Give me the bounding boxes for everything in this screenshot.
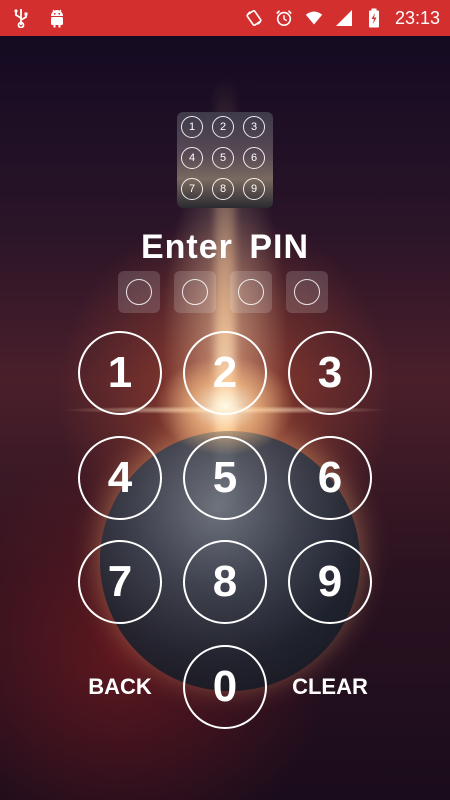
key-0[interactable]: 0: [183, 645, 267, 729]
key-5[interactable]: 5: [183, 436, 267, 520]
key-7[interactable]: 7: [78, 540, 162, 624]
clear-button[interactable]: CLEAR: [275, 674, 385, 700]
usb-icon: [12, 9, 30, 28]
screen-rotation-icon: [245, 9, 263, 27]
thumbnail-key: 1: [181, 116, 203, 138]
pin-dot: [294, 279, 320, 305]
wifi-icon: [305, 9, 323, 27]
pin-dot: [182, 279, 208, 305]
thumbnail-key: 4: [181, 147, 203, 169]
theme-preview-thumbnail[interactable]: 123 456 789: [177, 112, 273, 208]
thumbnail-keypad: 123 456 789: [181, 116, 265, 200]
key-3[interactable]: 3: [288, 331, 372, 415]
key-9[interactable]: 9: [288, 540, 372, 624]
key-4[interactable]: 4: [78, 436, 162, 520]
key-8[interactable]: 8: [183, 540, 267, 624]
pin-dot: [238, 279, 264, 305]
thumbnail-key: 7: [181, 178, 203, 200]
clock-time: 23:13: [394, 7, 440, 28]
key-2[interactable]: 2: [183, 331, 267, 415]
pin-slot: [286, 271, 328, 313]
page-title: Enter PIN: [140, 228, 310, 266]
alarm-icon: [275, 9, 293, 27]
pin-dot: [126, 279, 152, 305]
thumbnail-key: 2: [212, 116, 234, 138]
back-button[interactable]: BACK: [65, 674, 175, 700]
battery-charging-icon: [365, 8, 383, 28]
thumbnail-key: 9: [243, 178, 265, 200]
thumbnail-key: 8: [212, 178, 234, 200]
key-6[interactable]: 6: [288, 436, 372, 520]
pin-slot: [118, 271, 160, 313]
thumbnail-key: 6: [243, 147, 265, 169]
thumbnail-key: 3: [243, 116, 265, 138]
android-icon: [48, 9, 66, 28]
key-1[interactable]: 1: [78, 331, 162, 415]
signal-icon: [335, 9, 353, 27]
pin-indicator-row: [118, 271, 328, 313]
pin-slot: [230, 271, 272, 313]
status-bar: 23:13: [0, 0, 450, 36]
pin-slot: [174, 271, 216, 313]
thumbnail-key: 5: [212, 147, 234, 169]
